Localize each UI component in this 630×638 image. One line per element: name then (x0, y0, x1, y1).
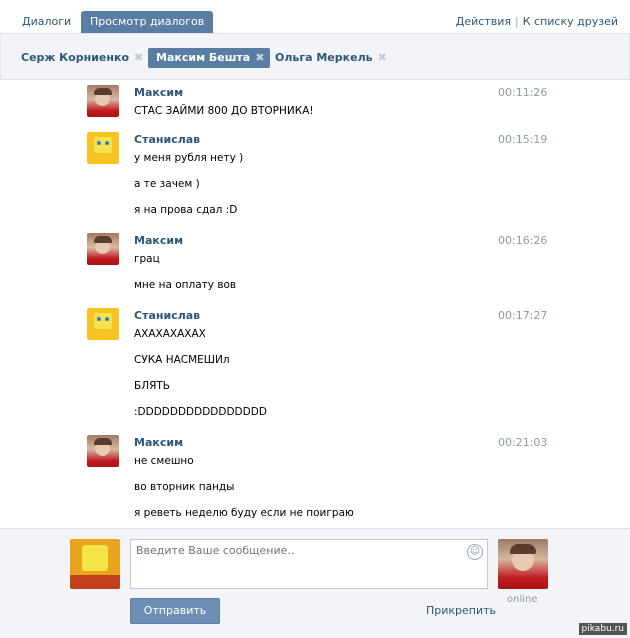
message-text: :DDDDDDDDDDDDDDDD (134, 406, 267, 418)
message-author[interactable]: Станислав (134, 133, 200, 146)
actions-link[interactable]: Действия (456, 15, 511, 28)
message-text: я реветь неделю буду если не поиграю (134, 507, 354, 519)
message-author[interactable]: Станислав (134, 309, 200, 322)
tab-view-dialogs[interactable]: Просмотр диалогов (81, 11, 214, 33)
message-text: мне на оплату вов (134, 279, 237, 291)
top-nav: Диалоги Просмотр диалогов Действия | К спи… (0, 0, 630, 34)
message-author[interactable]: Максим (134, 234, 183, 247)
message-text: во вторник панды (134, 481, 235, 493)
message-text: а те зачем ) (134, 178, 200, 190)
message-time: 00:17:27 (498, 309, 548, 322)
message-time: 00:21:03 (498, 436, 548, 449)
message-author[interactable]: Максим (134, 86, 183, 99)
link-separator: | (515, 15, 519, 28)
dialog-tab-serzh[interactable]: Серж Корниенко ✖ (21, 48, 143, 68)
message-text: СТАС ЗАЙМИ 800 ДО ВТОРНИКА! (134, 105, 314, 117)
friends-list-link[interactable]: К списку друзей (523, 15, 618, 28)
dialog-tab-maxim[interactable]: Максим Бешта ✖ (148, 48, 271, 68)
avatar[interactable] (87, 308, 119, 340)
close-icon[interactable]: ✖ (378, 48, 387, 68)
dialog-tab-label: Ольга Меркель (275, 51, 373, 64)
message-text: АХАХАХАХАХ (134, 328, 206, 340)
send-button[interactable]: Отправить (130, 598, 220, 624)
message-time: 00:15:19 (498, 133, 548, 146)
avatar[interactable] (87, 85, 119, 117)
message-text: БЛЯТЬ (134, 380, 171, 392)
dialog-tab-label: Максим Бешта (156, 51, 251, 64)
message-time: 00:11:26 (498, 86, 548, 99)
top-links: Действия | К списку друзей (456, 15, 618, 28)
dialog-tab-label: Серж Корниенко (21, 51, 129, 64)
message-text: грац (134, 253, 160, 265)
attach-link[interactable]: Прикрепить (426, 604, 496, 617)
message-text: у меня рубля нету ) (134, 152, 244, 164)
message-time: 00:16:26 (498, 234, 548, 247)
watermark: pikabu.ru (578, 623, 627, 635)
smile-icon[interactable]: ☺ (467, 544, 483, 560)
close-icon[interactable]: ✖ (255, 48, 264, 68)
dialog-tab-olga[interactable]: Ольга Меркель ✖ (275, 48, 387, 68)
avatar[interactable] (87, 233, 119, 265)
peer-avatar[interactable] (498, 539, 548, 589)
avatar[interactable] (87, 435, 119, 467)
message-input[interactable] (131, 540, 471, 588)
my-avatar[interactable] (70, 539, 120, 589)
message-composer: ☺ Отправить Прикрепить online (0, 528, 630, 638)
tab-dialogs[interactable]: Диалоги (13, 11, 80, 33)
close-icon[interactable]: ✖ (134, 48, 143, 68)
message-history[interactable]: Максим 00:11:26 СТАС ЗАЙМИ 800 ДО ВТОРНИ… (0, 80, 630, 528)
message-author[interactable]: Максим (134, 436, 183, 449)
message-text: я на прова сдал :D (134, 204, 238, 216)
dialog-tabs-bar: Серж Корниенко ✖ Максим Бешта ✖ Ольга Мерк… (0, 34, 630, 80)
message-text: не смешно (134, 455, 194, 467)
message-input-box[interactable]: ☺ (130, 539, 488, 589)
avatar[interactable] (87, 132, 119, 164)
online-status: online (507, 594, 538, 605)
message-text: СУКА НАСМЕШИл (134, 354, 230, 366)
